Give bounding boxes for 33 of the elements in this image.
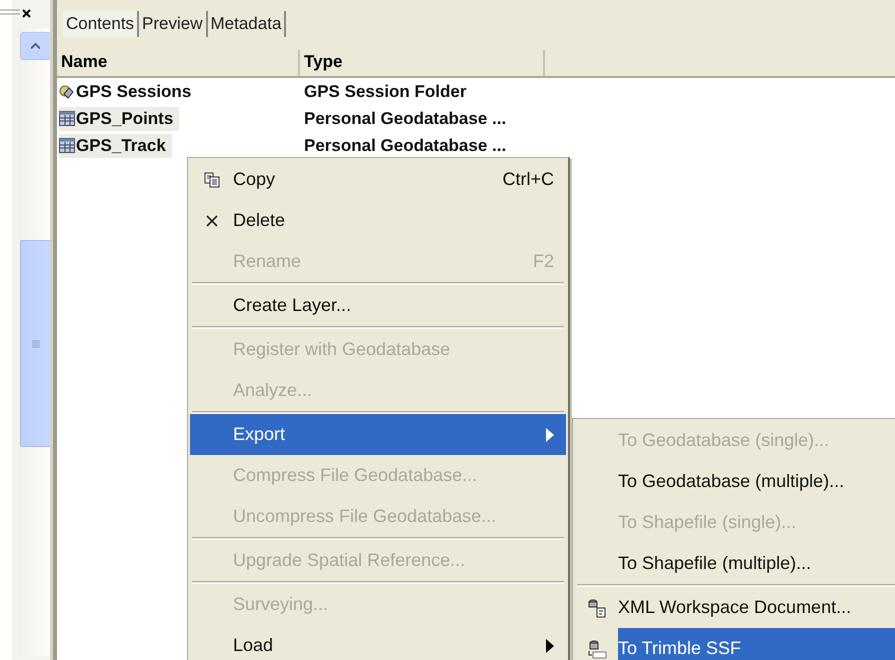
file-list-item[interactable]: GPS_Track	[59, 134, 172, 158]
column-header[interactable]: Type	[300, 50, 545, 76]
menu-item[interactable]: Load	[190, 625, 566, 660]
tab[interactable]: Contents	[63, 11, 140, 37]
file-list-item[interactable]: GPS_Points	[59, 106, 180, 130]
shortcut-text: Ctrl+C	[502, 169, 554, 190]
type-cell-text: Personal Geodatabase ...	[303, 136, 506, 156]
database-document-icon	[586, 598, 606, 618]
menu-item[interactable]: Create Layer...	[190, 285, 566, 326]
menu-item[interactable]: Delete	[190, 200, 566, 241]
type-cell-text: GPS Session Folder	[303, 82, 466, 102]
menu-item[interactable]: To Shapefile (multiple)...	[618, 543, 895, 584]
file-list-item[interactable]: GPS Sessions	[59, 80, 198, 104]
scrollbar[interactable]	[18, 28, 52, 656]
menu-item[interactable]: To Geodatabase (multiple)...	[618, 461, 895, 502]
close-icon[interactable]	[22, 8, 31, 18]
submenu-arrow-icon	[546, 638, 554, 652]
shortcut-text: F2	[532, 251, 554, 272]
column-header[interactable]: Name	[57, 50, 300, 76]
menu-item[interactable]: To Trimble SSF	[618, 628, 895, 660]
grip-icon	[32, 340, 40, 348]
submenu-arrow-icon	[546, 428, 554, 442]
scroll-up-button[interactable]	[20, 32, 52, 60]
table-icon	[59, 111, 75, 126]
type-cell-text: Personal Geodatabase ...	[303, 108, 506, 128]
copy-icon	[204, 172, 220, 188]
table-icon	[59, 138, 75, 153]
delete-icon	[204, 214, 218, 228]
menu-item[interactable]: Copy Ctrl+C	[190, 159, 566, 200]
menu-item[interactable]: Export	[190, 414, 566, 455]
scroll-thumb[interactable]	[20, 240, 52, 447]
menu-item[interactable]: XML Workspace Document...	[618, 587, 895, 628]
database-export-icon	[586, 638, 606, 658]
